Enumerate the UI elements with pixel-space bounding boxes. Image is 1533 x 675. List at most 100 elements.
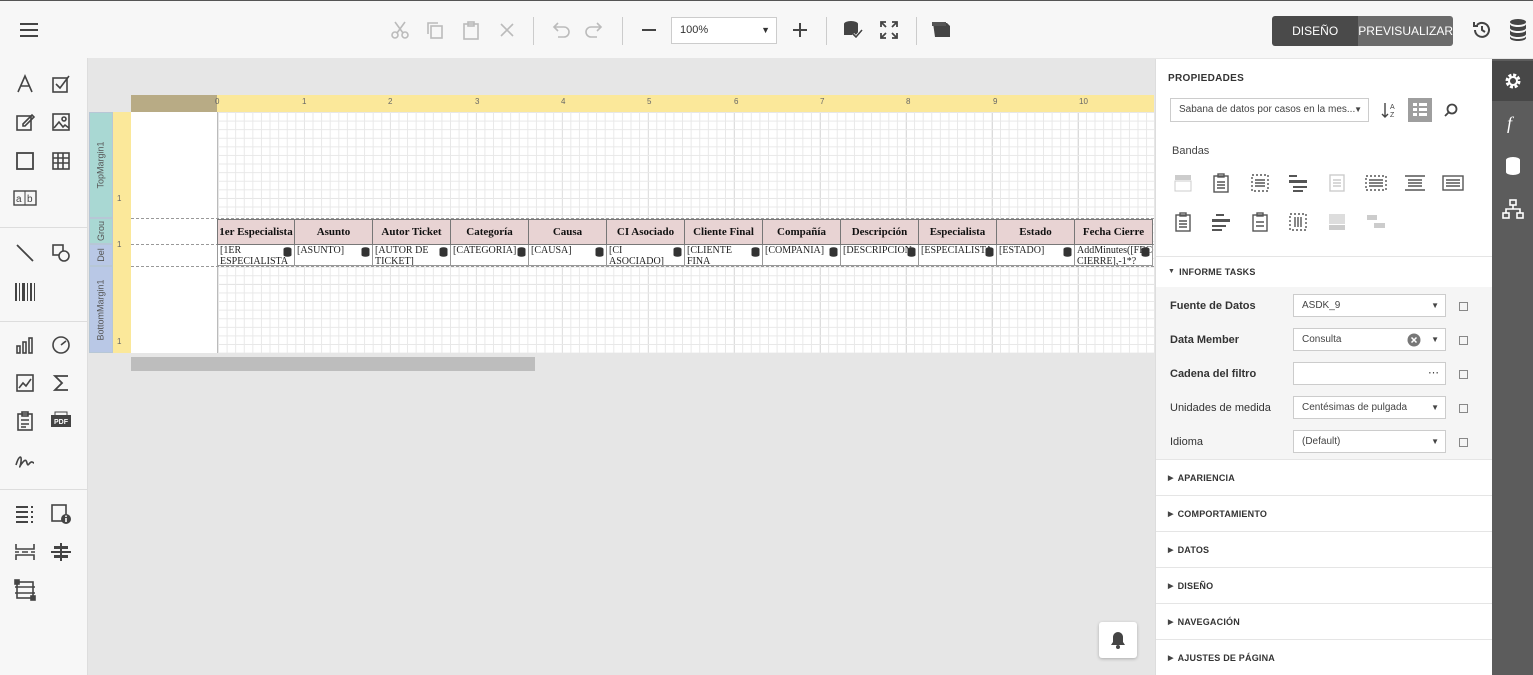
detail-cell[interactable]: [CATEGORIA] — [451, 245, 529, 266]
sort-alpha-icon[interactable]: AZ — [1378, 98, 1402, 122]
toc-icon[interactable] — [10, 499, 40, 529]
sparkline-icon[interactable] — [10, 368, 40, 398]
band-subband-icon[interactable] — [1210, 211, 1232, 233]
barcode-icon[interactable] — [10, 277, 40, 307]
history-icon[interactable] — [1467, 15, 1497, 45]
undo-icon[interactable] — [545, 15, 575, 45]
property-menu-icon[interactable] — [1459, 370, 1468, 379]
section-comportamiento[interactable]: ▶ COMPORTAMIENTO — [1156, 495, 1493, 531]
detail-cell[interactable]: [ESTADO] — [997, 245, 1075, 266]
header-cell[interactable]: Especialista — [919, 219, 997, 245]
subreport-icon[interactable] — [10, 406, 40, 436]
header-cell[interactable]: Estado — [997, 219, 1075, 245]
redo-icon[interactable] — [580, 15, 610, 45]
band-groupheader-icon[interactable] — [1287, 172, 1309, 194]
band-detail-icon[interactable] — [1326, 172, 1348, 194]
line-icon[interactable] — [10, 238, 40, 268]
chart-icon[interactable] — [10, 330, 40, 360]
header-cell[interactable]: Categoría — [451, 219, 529, 245]
detail-cell[interactable]: [DESCRIPCION — [841, 245, 919, 266]
search-icon[interactable] — [1439, 98, 1463, 122]
band-tab-detail[interactable]: Del — [89, 244, 113, 266]
shape-icon[interactable] — [46, 238, 76, 268]
measure-units-select[interactable]: Centésimas de pulgada ▼ — [1293, 396, 1446, 419]
detail-cell[interactable]: [ESPECIALISTA — [919, 245, 997, 266]
header-cell[interactable]: Descripción — [841, 219, 919, 245]
header-cell[interactable]: Autor Ticket — [373, 219, 451, 245]
validate-icon[interactable] — [838, 15, 868, 45]
properties-gear-icon[interactable] — [1492, 61, 1533, 101]
band-verticaldetail-icon[interactable] — [1287, 211, 1309, 233]
property-menu-icon[interactable] — [1459, 302, 1468, 311]
section-datos[interactable]: ▶ DATOS — [1156, 531, 1493, 567]
zoom-out-icon[interactable] — [634, 15, 664, 45]
band-verticalheader-icon[interactable] — [1249, 211, 1271, 233]
categorized-view-icon[interactable] — [1408, 98, 1432, 122]
menu-icon[interactable] — [14, 15, 44, 45]
band-tab-group-header[interactable]: Grou — [89, 218, 113, 244]
header-cell[interactable]: Causa — [529, 219, 607, 245]
design-mode-button[interactable]: DISEÑO — [1272, 16, 1359, 46]
panel-icon[interactable] — [10, 146, 40, 176]
picture-icon[interactable] — [46, 107, 76, 137]
band-reportfooter-icon[interactable] — [1442, 172, 1464, 194]
detail-cell[interactable]: [ASUNTO] — [295, 245, 373, 266]
detail-cell[interactable]: AddMinutes([FECHA CIERRE],-1*? — [1075, 245, 1153, 266]
paste-icon[interactable] — [456, 15, 486, 45]
table-icon[interactable] — [46, 146, 76, 176]
object-selector[interactable]: Sabana de datos por casos en la mes... ▼ — [1170, 98, 1369, 122]
language-select[interactable]: (Default) ▼ — [1293, 430, 1446, 453]
field-list-database-icon[interactable] — [1492, 146, 1533, 186]
ellipsis-icon[interactable]: ⋯ — [1428, 363, 1439, 384]
header-cell[interactable]: Asunto — [295, 219, 373, 245]
summary-icon[interactable] — [46, 368, 76, 398]
copy-icon[interactable] — [420, 15, 450, 45]
fullscreen-icon[interactable] — [874, 15, 904, 45]
band-detailreport-icon[interactable] — [1365, 172, 1387, 194]
pdf-icon[interactable]: PDF — [46, 406, 76, 436]
richtext-icon[interactable] — [10, 107, 40, 137]
page-break-icon[interactable] — [10, 537, 40, 567]
page-info-icon[interactable] — [46, 499, 76, 529]
zoom-select[interactable]: 100% ▼ — [671, 17, 777, 44]
band-pageheader-icon[interactable] — [1249, 172, 1271, 194]
detail-cell[interactable]: [CI ASOCIADO] — [607, 245, 685, 266]
expressions-function-icon[interactable]: f — [1492, 103, 1533, 143]
band-tab-bottom-margin[interactable]: BottomMargin1 — [89, 266, 113, 353]
detail-cell[interactable]: [AUTOR DE TICKET] — [373, 245, 451, 266]
detail-cell[interactable]: [1ER ESPECIALISTA — [217, 245, 295, 266]
detail-cell[interactable]: [COMPANIA] — [763, 245, 841, 266]
clear-icon[interactable] — [1407, 333, 1421, 347]
zoom-in-icon[interactable] — [785, 15, 815, 45]
section-informe-tasks[interactable]: ▼ INFORME TASKS — [1156, 256, 1493, 286]
datamember-select[interactable]: Consulta ▼ — [1293, 328, 1446, 351]
header-cell[interactable]: Compañía — [763, 219, 841, 245]
checkbox-icon[interactable] — [46, 69, 76, 99]
character-comb-icon[interactable]: ab — [10, 183, 40, 213]
band-verticaltotal-icon[interactable] — [1365, 211, 1387, 233]
band-topmargin-icon[interactable] — [1172, 172, 1194, 194]
section-apariencia[interactable]: ▶ APARIENCIA — [1156, 459, 1493, 495]
section-diseno[interactable]: ▶ DISEÑO — [1156, 567, 1493, 603]
filter-string-field[interactable]: ⋯ — [1293, 362, 1446, 385]
preview-mode-button[interactable]: PREVISUALIZAR — [1358, 16, 1453, 46]
section-ajustes-pagina[interactable]: ▶ AJUSTES DE PÁGINA — [1156, 639, 1493, 675]
horizontal-scrollbar-thumb[interactable] — [131, 357, 535, 371]
property-menu-icon[interactable] — [1459, 336, 1468, 345]
gauge-icon[interactable] — [46, 330, 76, 360]
cross-band-box-icon[interactable] — [10, 575, 40, 605]
signature-icon[interactable] — [10, 445, 40, 475]
band-groupfooter-icon[interactable] — [1404, 172, 1426, 194]
header-cell[interactable]: CI Asociado — [607, 219, 685, 245]
delete-icon[interactable] — [492, 15, 522, 45]
detail-cell[interactable]: [CAUSA] — [529, 245, 607, 266]
section-navegacion[interactable]: ▶ NAVEGACIÓN — [1156, 603, 1493, 639]
property-menu-icon[interactable] — [1459, 404, 1468, 413]
cut-icon[interactable] — [385, 15, 415, 45]
label-icon[interactable] — [10, 69, 40, 99]
band-tab-top-margin[interactable]: TopMargin1 — [89, 112, 113, 218]
report-explorer-icon[interactable] — [1492, 189, 1533, 229]
band-pagefooter-icon[interactable] — [1172, 211, 1194, 233]
band-reportheader-icon[interactable] — [1210, 172, 1232, 194]
datasource-select[interactable]: ASDK_9 ▼ — [1293, 294, 1446, 317]
